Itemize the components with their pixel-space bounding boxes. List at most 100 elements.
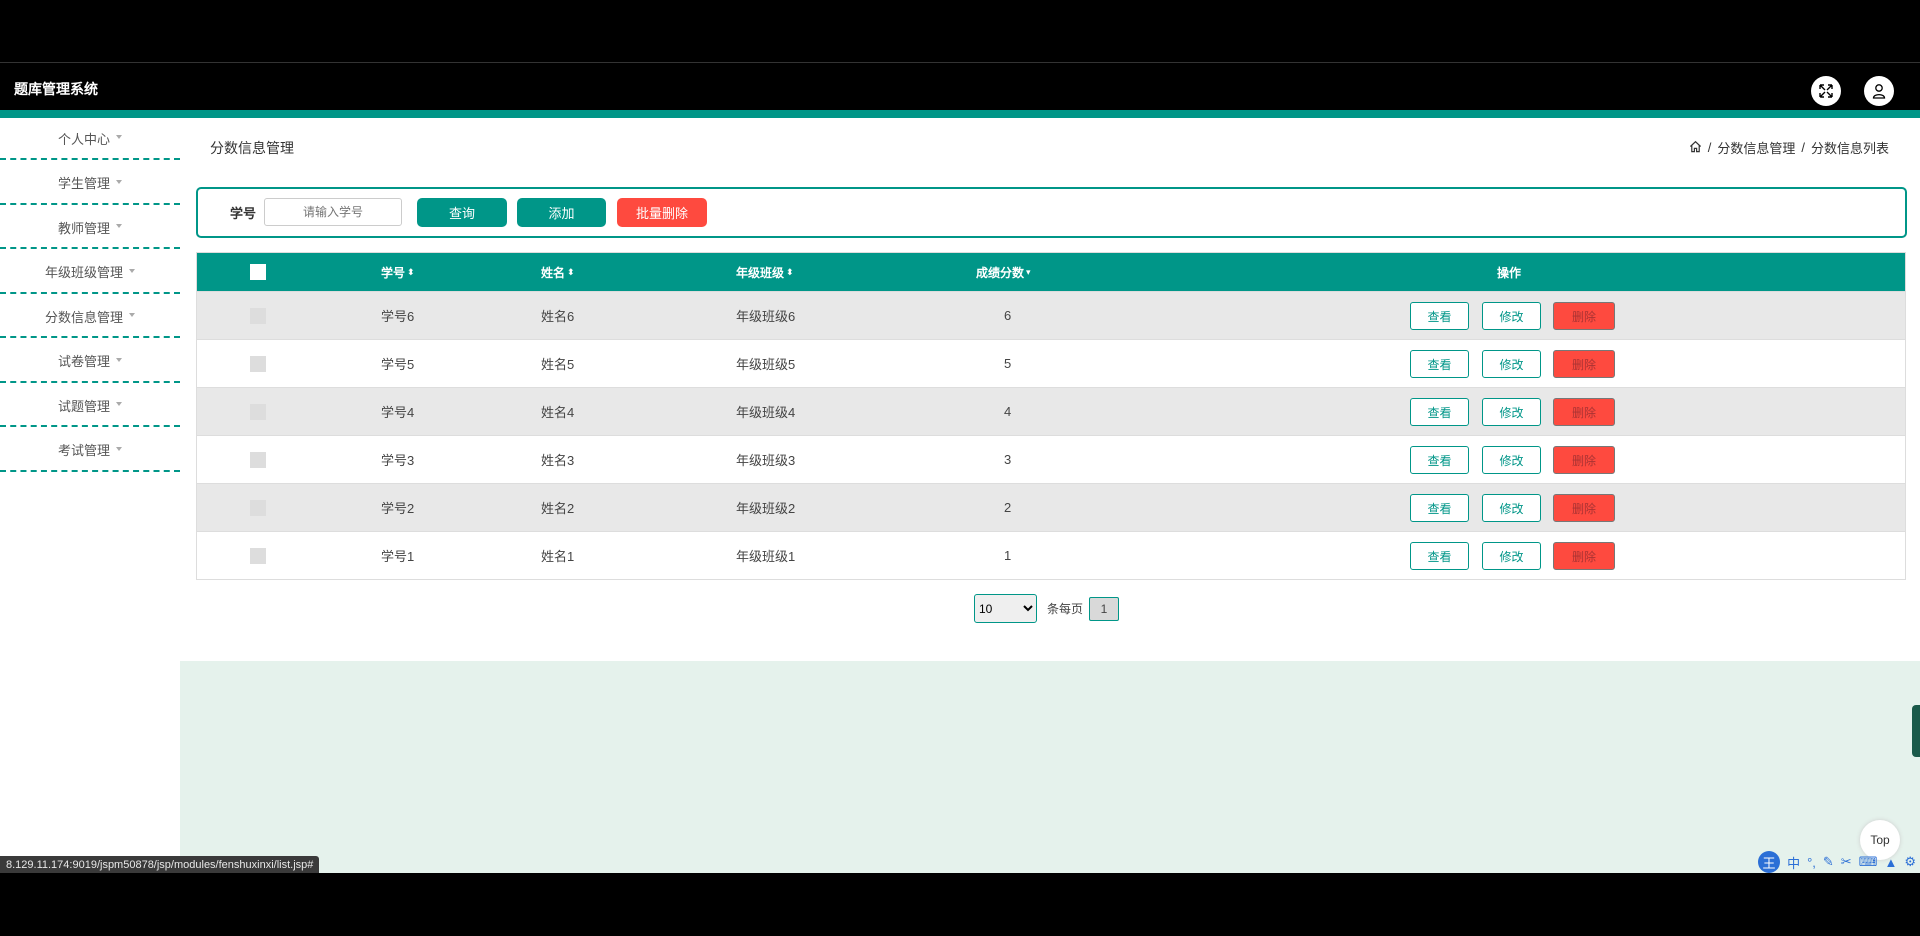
sidebar-item-label: 分数信息管理: [44, 309, 123, 325]
page-size-select[interactable]: 10: [974, 594, 1037, 623]
row-checkbox[interactable]: [250, 484, 266, 531]
cell-banji: 年级班级1: [736, 549, 796, 564]
settings-icon[interactable]: ⚙: [1904, 854, 1916, 870]
fullscreen-icon[interactable]: [1811, 76, 1841, 106]
sidebar-item-exams[interactable]: 考试管理: [0, 430, 180, 472]
edit-button[interactable]: 修改: [1482, 398, 1541, 426]
table-header: 学号 ⬍ 姓名 ⬍ 年级班级 ⬍ 成绩分数 ▾ 操作: [197, 253, 1905, 291]
delete-button[interactable]: 删除: [1553, 350, 1615, 378]
delete-button[interactable]: 删除: [1553, 302, 1615, 330]
delete-button[interactable]: 删除: [1553, 446, 1615, 474]
accent-bar: [0, 110, 1920, 118]
batch-delete-button[interactable]: 批量删除: [617, 198, 707, 227]
sort-icon: ⬍: [407, 266, 415, 277]
ime-mode[interactable]: 中: [1787, 853, 1800, 872]
sidebar-item-label: 年级班级管理: [44, 265, 123, 280]
cell-xuehao: 学号3: [381, 453, 415, 468]
sidebar-item-classes[interactable]: 年级班级管理: [0, 252, 180, 294]
cell-fenshu: 5: [1004, 356, 1012, 371]
edit-button[interactable]: 修改: [1482, 350, 1541, 378]
row-checkbox[interactable]: [250, 388, 266, 435]
search-label: 学号: [230, 206, 257, 221]
query-button[interactable]: 查询: [417, 198, 507, 227]
cell-xingming: 姓名4: [541, 405, 575, 420]
chevron-down-icon: [116, 446, 122, 451]
keyboard-icon[interactable]: ⌨: [1859, 854, 1878, 870]
sort-desc-icon: ▾: [1026, 266, 1031, 277]
scissors-icon[interactable]: ✂: [1841, 854, 1852, 870]
cell-banji: 年级班级5: [736, 357, 796, 372]
edit-button[interactable]: 修改: [1482, 494, 1541, 522]
sidebar-item-questions[interactable]: 试题管理: [0, 385, 180, 427]
cell-xingming: 姓名3: [541, 453, 575, 468]
cell-xingming: 姓名6: [541, 309, 575, 324]
side-panel-handle[interactable]: [1912, 705, 1920, 757]
table-row: 学号1 姓名1 年级班级1 1 查看 修改 删除: [197, 531, 1905, 579]
cell-fenshu: 6: [1004, 308, 1012, 323]
header-fenshu[interactable]: 成绩分数 ▾: [976, 253, 1031, 291]
bottom-black-strip: [0, 873, 1920, 936]
table-row: 学号3 姓名3 年级班级3 3 查看 修改 删除: [197, 435, 1905, 483]
chevron-down-icon: [116, 402, 122, 406]
chevron-down-icon: [116, 135, 122, 139]
lower-background: [180, 661, 1920, 873]
delete-button[interactable]: 删除: [1553, 398, 1615, 426]
page-number-button[interactable]: 1: [1089, 596, 1120, 621]
chevron-down-icon: [116, 224, 122, 228]
add-button[interactable]: 添加: [517, 198, 606, 227]
header-xuehao[interactable]: 学号 ⬍: [381, 253, 415, 291]
app-title: 题库管理系统: [14, 81, 98, 97]
view-button[interactable]: 查看: [1410, 542, 1469, 570]
edit-button[interactable]: 修改: [1482, 542, 1541, 570]
delete-button[interactable]: 删除: [1553, 494, 1615, 522]
sidebar-item-scores[interactable]: 分数信息管理: [0, 296, 180, 338]
row-checkbox[interactable]: [250, 532, 266, 579]
app-header: 题库管理系统: [0, 63, 1920, 110]
cell-xuehao: 学号4: [381, 405, 415, 420]
sidebar-item-students[interactable]: 学生管理: [0, 163, 180, 205]
row-checkbox[interactable]: [250, 292, 266, 339]
home-icon[interactable]: [1689, 140, 1702, 156]
skin-icon[interactable]: ▲: [1884, 855, 1897, 870]
select-all-checkbox[interactable]: [250, 253, 266, 291]
sidebar-item-papers[interactable]: 试卷管理: [0, 341, 180, 383]
cell-fenshu: 2: [1004, 500, 1012, 515]
cell-banji: 年级班级4: [736, 405, 796, 420]
sidebar-item-label: 考试管理: [57, 443, 110, 458]
cell-banji: 年级班级3: [736, 453, 796, 468]
edit-button[interactable]: 修改: [1482, 446, 1541, 474]
sidebar-item-teachers[interactable]: 教师管理: [0, 207, 180, 249]
breadcrumb-item[interactable]: 分数信息管理: [1717, 138, 1795, 157]
cell-banji: 年级班级6: [736, 309, 796, 324]
punctuation-icon[interactable]: °,: [1807, 855, 1816, 870]
chevron-down-icon: [129, 313, 135, 317]
chevron-down-icon: [116, 357, 122, 362]
page-title: 分数信息管理: [210, 140, 294, 156]
sort-icon: ⬍: [567, 266, 575, 277]
cell-banji: 年级班级2: [736, 501, 796, 516]
main-content: 分数信息管理 / 分数信息管理 / 分数信息列表 学号 查询 添加 批量删除 学…: [180, 118, 1920, 873]
cell-fenshu: 1: [1004, 548, 1012, 563]
view-button[interactable]: 查看: [1410, 446, 1469, 474]
row-checkbox[interactable]: [250, 340, 266, 387]
sidebar-item-label: 教师管理: [57, 220, 110, 236]
search-panel: 学号 查询 添加 批量删除: [196, 187, 1907, 238]
row-checkbox[interactable]: [250, 436, 266, 483]
ime-badge-icon[interactable]: 王: [1758, 851, 1781, 873]
header-banji[interactable]: 年级班级 ⬍: [736, 253, 794, 291]
edit-button[interactable]: 修改: [1482, 302, 1541, 330]
delete-button[interactable]: 删除: [1553, 542, 1615, 570]
view-button[interactable]: 查看: [1410, 350, 1469, 378]
cell-xingming: 姓名1: [541, 549, 575, 564]
view-button[interactable]: 查看: [1410, 302, 1469, 330]
cell-xuehao: 学号6: [381, 309, 415, 324]
breadcrumb-item: 分数信息列表: [1810, 141, 1889, 156]
view-button[interactable]: 查看: [1410, 398, 1469, 426]
pen-icon[interactable]: ✎: [1823, 854, 1834, 870]
search-input[interactable]: [264, 198, 402, 226]
sidebar-item-label: 个人中心: [57, 131, 110, 147]
user-icon[interactable]: [1864, 76, 1894, 106]
header-xingming[interactable]: 姓名 ⬍: [541, 253, 575, 291]
view-button[interactable]: 查看: [1410, 494, 1469, 522]
sidebar-item-personal-center[interactable]: 个人中心: [0, 118, 180, 160]
